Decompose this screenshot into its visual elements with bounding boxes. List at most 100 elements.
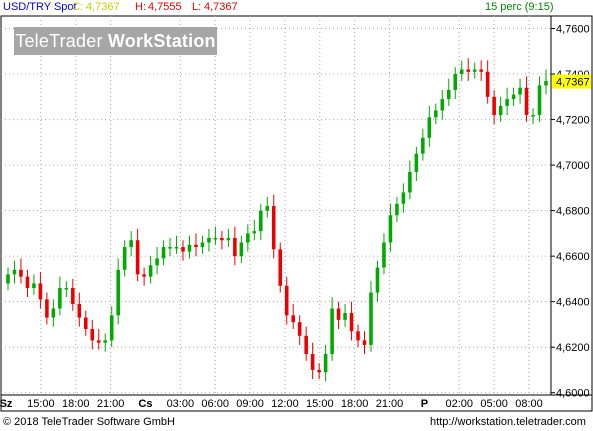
candle-body [135, 240, 140, 275]
candle-body [544, 80, 548, 86]
x-tick-label: 03:00 [167, 398, 195, 410]
x-tick-label: 21:00 [376, 398, 404, 410]
candle-body [64, 288, 69, 290]
candle-body [116, 269, 120, 316]
website-link[interactable]: http://workstation.teletrader.com [430, 413, 586, 431]
candle-body [284, 285, 289, 316]
candle-body [421, 137, 425, 154]
candle-body [459, 69, 464, 75]
candle-body [427, 117, 432, 138]
candle-body [395, 203, 399, 216]
y-tick-label: 4,7200 [556, 115, 590, 127]
candle-body [194, 244, 198, 248]
candle-body [524, 87, 529, 116]
copyright-text: © 2018 TeleTrader Software GmbH [3, 416, 175, 428]
candle-body [505, 99, 509, 106]
last-price-label: 4,7367 [556, 77, 590, 89]
x-tick-label: P [421, 398, 428, 410]
low-label: L: [192, 1, 202, 13]
candle-body [252, 231, 257, 234]
y-tick-label: 4,7600 [556, 24, 590, 36]
candle-body [297, 322, 302, 336]
candle-body [25, 276, 30, 289]
candle-body [336, 308, 341, 320]
low-value: 4,7367 [204, 1, 238, 13]
candle-body [446, 89, 451, 100]
candle-body [122, 247, 127, 270]
candle-body [213, 237, 218, 240]
candle-body [434, 110, 438, 118]
x-tick-label: 02:00 [446, 398, 474, 410]
candle-body [200, 242, 205, 248]
candle-body [155, 258, 159, 266]
candle-body [485, 71, 490, 97]
candle-body [369, 292, 373, 345]
x-tick-label: 15:00 [27, 398, 55, 410]
chart-window: 4,6000 4,6200 4,6400 4,6600 4,6800 4,7000 4,72… [0, 0, 593, 431]
close-label: C: [72, 1, 83, 13]
candle-body [323, 354, 328, 373]
y-tick-label: 4,6800 [556, 206, 590, 218]
candle-body [265, 206, 270, 211]
y-tick-label: 4,6400 [556, 297, 590, 309]
candle-body [356, 331, 360, 341]
candle-body [174, 247, 179, 249]
close-value: 4,7367 [86, 1, 120, 13]
candle-body [129, 240, 133, 248]
candle-body [498, 105, 503, 116]
candle-body [58, 288, 62, 309]
x-tick-label: 05:00 [480, 398, 508, 410]
chart-plot[interactable]: 4,6000 4,6200 4,6400 4,6600 4,6800 4,7000 4,72… [0, 0, 593, 431]
candle-body [440, 99, 445, 111]
candle-body [207, 237, 211, 243]
symbol-label: USD/TRY Spot [3, 1, 77, 13]
y-tick-label: 4,6000 [556, 388, 590, 400]
candle-body [96, 340, 101, 343]
candle-body [382, 242, 386, 268]
candle-body [388, 215, 393, 243]
candle-body [349, 313, 354, 332]
candle-body [362, 340, 367, 345]
candle-body [408, 171, 412, 193]
candle-body [12, 269, 17, 275]
candle-body [518, 87, 522, 95]
candle-body [220, 237, 224, 241]
chart-header: USD/TRY Spot C: 4,7367 H: 4,7555 L: 4,73… [0, 0, 593, 15]
candle-body [278, 249, 283, 286]
x-tick-label: 21:00 [97, 398, 125, 410]
y-tick-label: 4,7000 [556, 160, 590, 172]
candle-body [161, 247, 166, 259]
candle-body [317, 369, 321, 373]
candle-body [32, 283, 36, 289]
candle-body [239, 242, 244, 257]
candle-body [246, 233, 250, 243]
candle-body [19, 269, 23, 277]
chart-footer: © 2018 TeleTrader Software GmbH http://w… [0, 413, 593, 431]
candle-body [492, 96, 496, 116]
candle-body [181, 247, 185, 252]
candle-body [414, 153, 419, 172]
x-tick-label: 09:00 [236, 398, 264, 410]
candle-body [226, 237, 231, 241]
x-tick-label: 15:00 [306, 398, 334, 410]
y-tick-label: 4,6600 [556, 251, 590, 263]
interval-label: 15 perc (9:15) [485, 1, 554, 13]
candle-body [71, 288, 75, 304]
candle-body [77, 303, 82, 318]
candle-body [401, 192, 406, 204]
teletrader-logo: TeleTrader WorkStation [14, 27, 217, 55]
candle-body [90, 328, 95, 341]
candle-body [537, 85, 542, 116]
candle-body [109, 315, 114, 341]
x-tick-label: 08:00 [515, 398, 543, 410]
candle-body [103, 340, 108, 343]
x-tick-label: 12:00 [271, 398, 299, 410]
x-tick-label: Cs [138, 398, 152, 410]
candle-body [271, 206, 276, 250]
candle-body [531, 115, 535, 117]
x-tick-label: 18:00 [341, 398, 369, 410]
candle-body [51, 308, 56, 318]
candle-body [168, 247, 172, 249]
y-tick-label: 4,6200 [556, 342, 590, 354]
candle-body [375, 267, 380, 293]
